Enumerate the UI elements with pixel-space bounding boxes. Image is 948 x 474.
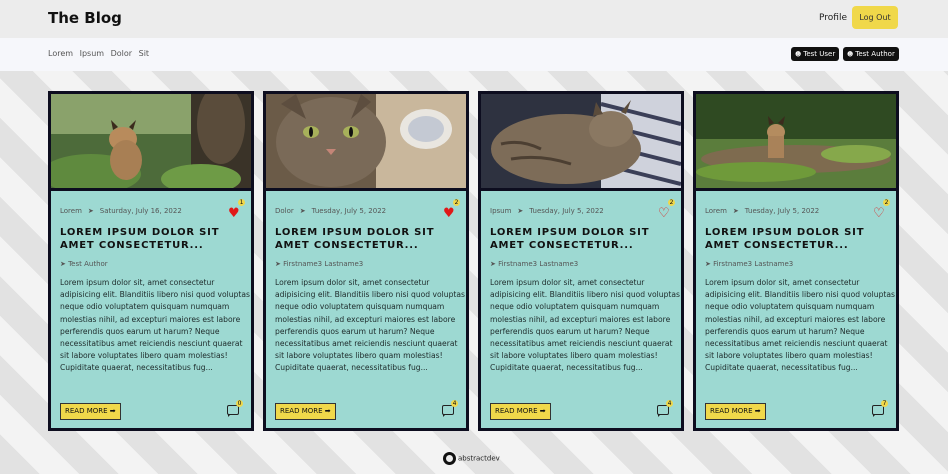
comment-count: 7: [881, 400, 888, 407]
heart-outline-icon: ♡: [658, 206, 670, 221]
profile-link[interactable]: Profile: [819, 13, 847, 23]
post-author-name[interactable]: Firstname3 Lastname3: [498, 260, 578, 268]
post-card: Lorem ➤ Saturday, July 16, 2022 ♥ 1 LOREM …: [48, 91, 254, 431]
comment-icon-tail: [228, 414, 231, 417]
category-link-sit[interactable]: Sit: [139, 49, 149, 58]
post-title[interactable]: LOREM IPSUM DOLOR SIT AMET CONSECTETUR..…: [275, 226, 463, 252]
post-author: ➤ Firstname3 Lastname3: [490, 260, 579, 268]
category-bar: Lorem Ipsum Dolor Sit ☻ Test User ☻ Test A…: [0, 38, 948, 71]
like-button[interactable]: ♥ 1: [228, 199, 245, 220]
post-image-tabby-cat[interactable]: [266, 94, 466, 191]
heart-filled-icon: ♥: [228, 206, 240, 221]
category-link-lorem[interactable]: Lorem: [48, 49, 73, 58]
arrow-icon: ➤: [517, 207, 524, 215]
post-meta: Lorem ➤ Saturday, July 16, 2022: [60, 207, 182, 215]
comment-count: 4: [451, 400, 458, 407]
comments-button[interactable]: 4: [442, 400, 458, 417]
post-date: Tuesday, July 5, 2022: [311, 207, 387, 215]
post-meta: Dolor ➤ Tuesday, July 5, 2022: [275, 207, 386, 215]
comments-button[interactable]: 7: [872, 400, 888, 417]
post-meta: Lorem ➤ Tuesday, July 5, 2022: [705, 207, 819, 215]
like-button[interactable]: ♡ 2: [658, 199, 675, 220]
read-more-button[interactable]: READ MORE ➡: [60, 403, 121, 420]
footer-github-link[interactable]: abstractdev: [443, 452, 500, 465]
post-category[interactable]: Ipsum: [490, 207, 511, 215]
user-chip-label: Test User: [803, 50, 836, 58]
post-author: ➤ Firstname3 Lastname3: [705, 260, 794, 268]
comment-count: 4: [666, 400, 673, 407]
post-date: Tuesday, July 5, 2022: [529, 207, 604, 215]
logout-button[interactable]: Log Out: [852, 6, 898, 29]
comment-icon-tail: [873, 414, 876, 417]
user-chip-test-author[interactable]: ☻ Test Author: [843, 47, 899, 61]
post-title[interactable]: LOREM IPSUM DOLOR SIT AMET CONSECTETUR..…: [490, 226, 678, 252]
post-author: ➤ Firstname3 Lastname3: [275, 260, 364, 268]
post-meta: Ipsum ➤ Tuesday, July 5, 2022: [490, 207, 604, 215]
post-title[interactable]: LOREM IPSUM DOLOR SIT AMET CONSECTETUR..…: [705, 226, 893, 252]
footer-label: abstractdev: [458, 454, 500, 463]
post-image-lynx-cub[interactable]: [51, 94, 251, 191]
post-excerpt: Lorem ipsum dolor sit, amet consectetur …: [705, 278, 895, 373]
post-category[interactable]: Dolor: [275, 207, 294, 215]
post-author: ➤ Test Author: [60, 260, 108, 268]
brand-title[interactable]: The Blog: [48, 9, 122, 27]
read-more-button[interactable]: READ MORE ➡: [275, 403, 336, 420]
like-count: 2: [668, 199, 675, 206]
post-date: Tuesday, July 5, 2022: [744, 207, 820, 215]
comment-icon-tail: [443, 414, 446, 417]
post-author-name[interactable]: Firstname3 Lastname3: [713, 260, 793, 268]
like-count: 1: [238, 199, 245, 206]
arrow-icon: ➤: [87, 207, 94, 215]
top-navbar: The Blog Profile Log Out: [0, 0, 948, 38]
category-link-dolor[interactable]: Dolor: [111, 49, 132, 58]
github-icon: [443, 452, 456, 465]
arrow-icon: ➤: [299, 207, 306, 215]
heart-filled-icon: ♥: [443, 206, 455, 221]
post-excerpt: Lorem ipsum dolor sit, amet consectetur …: [275, 278, 465, 373]
like-button[interactable]: ♡ 2: [873, 199, 890, 220]
post-excerpt: Lorem ipsum dolor sit, amet consectetur …: [60, 278, 250, 373]
post-excerpt: Lorem ipsum dolor sit, amet consectetur …: [490, 278, 680, 373]
arrow-icon: ➤: [732, 207, 739, 215]
post-card: Ipsum ➤ Tuesday, July 5, 2022 ♡ 2 LOREM IP…: [478, 91, 684, 431]
post-title[interactable]: LOREM IPSUM DOLOR SIT AMET CONSECTETUR..…: [60, 226, 248, 252]
post-author-name[interactable]: Test Author: [68, 260, 108, 268]
like-count: 2: [883, 199, 890, 206]
post-author-name[interactable]: Firstname3 Lastname3: [283, 260, 363, 268]
comment-icon-tail: [658, 414, 661, 417]
user-chip-test-user[interactable]: ☻ Test User: [791, 47, 840, 61]
post-date: Saturday, July 16, 2022: [99, 207, 182, 215]
read-more-button[interactable]: READ MORE ➡: [705, 403, 766, 420]
comments-button[interactable]: 4: [657, 400, 673, 417]
post-card: Dolor ➤ Tuesday, July 5, 2022 ♥ 2 LOREM IP…: [263, 91, 469, 431]
like-button[interactable]: ♥ 2: [443, 199, 460, 220]
user-icon: ☻: [847, 51, 854, 58]
user-icon: ☻: [795, 51, 802, 58]
post-image-cat-blanket[interactable]: [481, 94, 681, 191]
comment-count: 0: [236, 400, 243, 407]
post-image-lynx-log[interactable]: [696, 94, 896, 191]
comments-button[interactable]: 0: [227, 400, 243, 417]
post-category[interactable]: Lorem: [705, 207, 727, 215]
heart-outline-icon: ♡: [873, 206, 885, 221]
like-count: 2: [453, 199, 460, 206]
post-category[interactable]: Lorem: [60, 207, 82, 215]
post-card: Lorem ➤ Tuesday, July 5, 2022 ♡ 2 LOREM IP…: [693, 91, 899, 431]
read-more-button[interactable]: READ MORE ➡: [490, 403, 551, 420]
category-link-ipsum[interactable]: Ipsum: [80, 49, 104, 58]
category-links: Lorem Ipsum Dolor Sit: [48, 49, 153, 58]
user-chip-label: Test Author: [855, 50, 895, 58]
